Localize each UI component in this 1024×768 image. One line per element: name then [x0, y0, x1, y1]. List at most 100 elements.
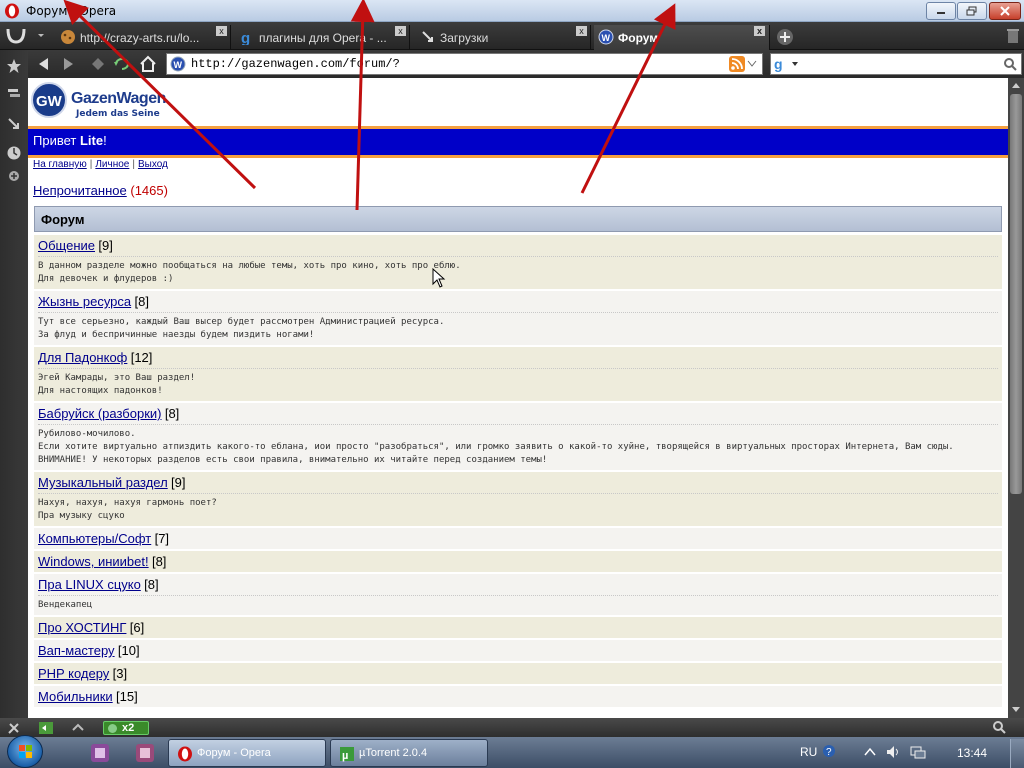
google-icon: g [241, 30, 250, 45]
forum-row: Для Падонкоф [12] Эгей Камрады, это Ваш р… [34, 347, 1002, 403]
tab-crazy-arts[interactable]: http://crazy-arts.ru/lo... x [56, 25, 231, 50]
zoom-badge-label: x2 [122, 722, 135, 734]
forum-link[interactable]: Компьютеры/Софт [38, 531, 151, 546]
tab-bar: http://crazy-arts.ru/lo... x g плагины д… [0, 22, 1024, 50]
taskbar-button-opera[interactable]: Форум - Opera [168, 739, 326, 767]
address-field[interactable]: W http://gazenwagen.com/forum/? [166, 53, 763, 75]
forum-description: Рубилово-мочилово. Если хотите виртуально… [38, 424, 998, 467]
history-icon[interactable] [6, 145, 22, 161]
forum-topic-count: [15] [116, 689, 138, 704]
fast-forward-icon[interactable] [88, 55, 108, 73]
show-desktop-button[interactable] [1010, 739, 1024, 768]
tools-icon[interactable] [6, 720, 22, 736]
opera-menu-icon [6, 28, 44, 44]
clock[interactable]: 13:44 [957, 746, 987, 760]
link-home[interactable]: На главную [33, 159, 87, 170]
window-titlebar[interactable]: Форум - Opera [0, 0, 1024, 22]
tab-close-icon[interactable]: x [216, 26, 227, 36]
svg-text:W: W [602, 33, 611, 43]
link-logout[interactable]: Выход [138, 159, 168, 170]
trash-icon[interactable] [1006, 27, 1020, 45]
help-icon[interactable]: ? [822, 744, 836, 758]
minimize-icon [937, 12, 945, 14]
forum-link[interactable]: Общение [38, 238, 95, 253]
svg-text:g: g [241, 30, 250, 45]
forum-description-line: Вендекапец [38, 600, 93, 610]
forum-link[interactable]: Пра LINUX сцуко [38, 577, 141, 592]
forum-link[interactable]: Бабруйск (разборки) [38, 406, 162, 421]
zoom-badge[interactable]: x2 [103, 721, 149, 735]
mouse-cursor-icon [432, 268, 446, 288]
search-icon[interactable] [1003, 57, 1017, 71]
forum-description-line: Для девочек и флудеров :) [38, 274, 174, 284]
network-icon[interactable] [910, 745, 926, 759]
forum-link[interactable]: Про ХОСТИНГ [38, 620, 126, 635]
taskbar-button-utorrent[interactable]: µ µTorrent 2.0.4 [330, 739, 488, 767]
notes-icon[interactable] [6, 86, 22, 102]
scrollbar-thumb[interactable] [1010, 94, 1022, 494]
tab-close-icon[interactable]: x [395, 26, 406, 36]
start-button[interactable] [7, 735, 43, 768]
url-dropdown-icon[interactable] [747, 60, 757, 68]
forum-link[interactable]: Вап-мастеру [38, 643, 115, 658]
unite-icon[interactable] [70, 720, 86, 736]
back-icon[interactable] [34, 55, 54, 73]
forum-link[interactable]: Мобильники [38, 689, 113, 704]
tab-close-icon[interactable]: x [576, 26, 587, 36]
scroll-up-icon[interactable] [1011, 81, 1021, 89]
forum-description-line: Рубилово-мочилово. [38, 429, 136, 439]
forum-topic-count: [9] [98, 238, 113, 253]
forum-row: Бабруйск (разборки) [8] Рубилово-мочилово… [34, 403, 1002, 472]
show-hidden-icons[interactable] [864, 747, 876, 757]
forum-topic-count: [9] [171, 475, 186, 490]
forum-description-line: За флуд и беспричинные наезды будем пизд… [38, 330, 315, 340]
language-indicator[interactable]: RU [800, 745, 817, 759]
forum-link[interactable]: PHP кодеру [38, 666, 109, 681]
forward-icon[interactable] [58, 55, 78, 73]
page-viewport[interactable]: GW GazenWagen Jedem das Seine Привет Lit… [28, 78, 1008, 718]
tab-downloads[interactable]: Загрузки x [416, 25, 591, 50]
home-icon[interactable] [138, 55, 158, 73]
pinned-app-icon-2[interactable] [133, 741, 157, 765]
taskbar-button-label: Форум - Opera [197, 747, 271, 759]
maximize-button[interactable] [957, 2, 987, 20]
forum-row: Компьютеры/Софт [7] [34, 528, 1002, 551]
zoom-search-icon[interactable] [992, 720, 1006, 734]
link-personal[interactable]: Личное [95, 159, 129, 170]
tab-forum[interactable]: W Форум x [594, 25, 770, 50]
add-panel-icon[interactable] [6, 168, 22, 184]
new-tab-icon[interactable] [776, 28, 794, 46]
reload-icon[interactable] [112, 55, 132, 73]
forum-link[interactable]: Музыкальный раздел [38, 475, 168, 490]
forum-link[interactable]: Windows, инииbet! [38, 554, 149, 569]
forum-link[interactable]: Жызнь ресурса [38, 294, 131, 309]
forum-description-line: Пра музыку сцуко [38, 511, 125, 521]
search-field[interactable]: g [770, 53, 1022, 75]
rss-feed-icon[interactable] [729, 56, 745, 72]
site-logo-name[interactable]: GazenWagen [71, 90, 166, 108]
cookie-icon [61, 30, 75, 44]
pinned-app-icon[interactable] [88, 741, 112, 765]
forum-link[interactable]: Для Падонкоф [38, 350, 127, 365]
site-logo-emblem[interactable]: GW [31, 82, 67, 118]
minimize-button[interactable] [926, 2, 956, 20]
forum-row: Мобильники [15] [34, 686, 1002, 709]
close-button[interactable] [989, 2, 1021, 20]
tab-close-icon[interactable]: x [754, 26, 765, 36]
forum-description: В данном разделе можно пообщаться на люб… [38, 256, 998, 286]
gazenwagen-icon: W [598, 29, 614, 45]
unread-block: Непрочитанное (1465) [33, 183, 168, 198]
google-search-engine-icon[interactable]: g [773, 56, 799, 72]
volume-icon[interactable] [886, 745, 902, 759]
opera-menu-button[interactable] [2, 24, 46, 48]
vertical-scrollbar[interactable] [1008, 78, 1024, 718]
scroll-down-icon[interactable] [1011, 706, 1021, 714]
transfers-icon[interactable] [6, 116, 22, 132]
forum-description: Эгей Камрады, это Ваш раздел! Для настоящ… [38, 368, 998, 398]
unread-link[interactable]: Непрочитанное [33, 183, 127, 198]
forum-list: Общение [9] В данном разделе можно пообща… [34, 235, 1002, 709]
tab-opera-plugins[interactable]: g плагины для Opera - ... x [235, 25, 410, 50]
turbo-icon[interactable] [38, 720, 54, 736]
forum-topic-count: [8] [151, 554, 167, 569]
bookmarks-star-icon[interactable] [6, 58, 22, 74]
